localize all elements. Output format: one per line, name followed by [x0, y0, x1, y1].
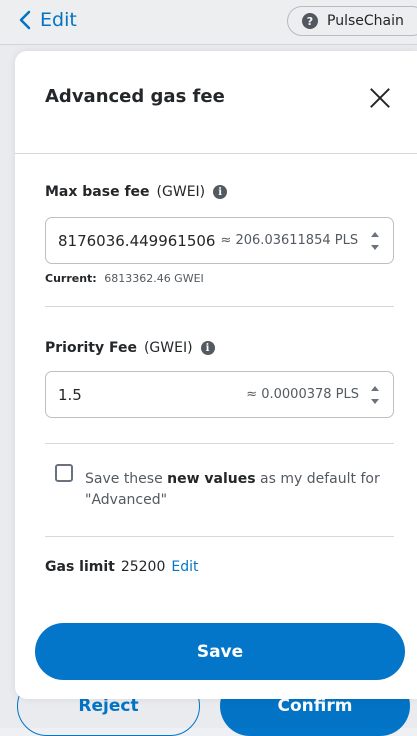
modal-header: Advanced gas fee [15, 51, 417, 154]
current-base-fee: Current: 6813362.46 GWEI [45, 272, 204, 285]
gas-limit-row: Gas limit 25200 Edit [45, 559, 199, 575]
divider [45, 306, 394, 307]
stepper-icon[interactable] [371, 232, 379, 250]
max-base-fee-input[interactable]: 8176036.449961506 ≈ 206.03611854 PLS [45, 217, 394, 264]
divider [45, 443, 394, 444]
save-default-text-before: Save these [85, 471, 168, 487]
current-label: Current: [45, 272, 97, 285]
modal-title: Advanced gas fee [45, 86, 225, 107]
close-icon[interactable] [369, 87, 391, 109]
advanced-gas-fee-modal: Advanced gas fee Max base fee (GWEI) i 8… [15, 51, 417, 699]
max-base-fee-value: 8176036.449961506 [58, 231, 216, 250]
priority-fee-label-row: Priority Fee (GWEI) i [45, 340, 215, 356]
priority-fee-unit: (GWEI) [143, 340, 193, 356]
gas-limit-label: Gas limit [45, 559, 115, 575]
gas-limit-value: 25200 [120, 559, 166, 575]
current-value: 6813362.46 GWEI [104, 272, 204, 285]
save-default-checkbox[interactable] [55, 464, 73, 482]
priority-fee-value: 1.5 [58, 385, 82, 404]
max-base-fee-label: Max base fee [45, 184, 150, 200]
max-base-fee-conversion: ≈ 206.03611854 PLS [220, 233, 359, 248]
max-base-fee-unit: (GWEI) [156, 184, 206, 200]
gas-limit-edit-link[interactable]: Edit [171, 559, 198, 575]
save-button[interactable]: Save [35, 623, 405, 680]
save-default-text-bold: new values [167, 471, 256, 487]
info-icon[interactable]: i [200, 341, 215, 355]
stepper-icon[interactable] [371, 386, 379, 404]
max-base-fee-label-row: Max base fee (GWEI) i [45, 184, 228, 200]
save-default-label[interactable]: Save these new values as my default for … [85, 469, 385, 511]
divider [45, 536, 394, 537]
info-icon[interactable]: i [213, 185, 228, 199]
priority-fee-conversion: ≈ 0.0000378 PLS [246, 387, 359, 402]
priority-fee-label: Priority Fee [45, 340, 137, 356]
priority-fee-input[interactable]: 1.5 ≈ 0.0000378 PLS [45, 371, 394, 418]
